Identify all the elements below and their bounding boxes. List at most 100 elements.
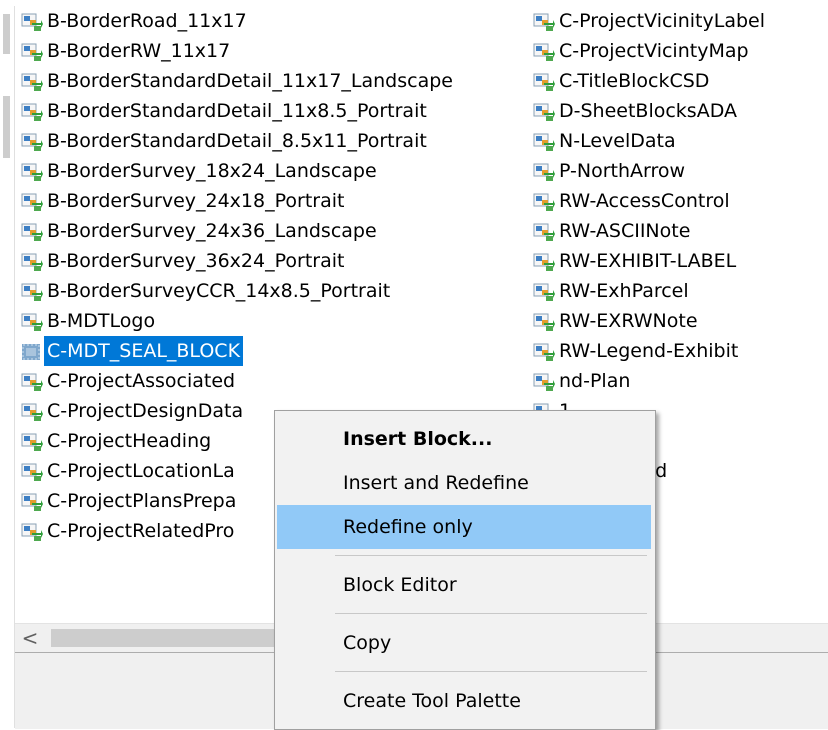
list-item[interactable]: B-BorderRoad_11x17 [21, 6, 247, 36]
block-icon [21, 371, 43, 391]
list-item[interactable]: RW-EXRWNote [533, 306, 698, 336]
menu-item-label: Redefine only [343, 516, 473, 538]
block-icon [533, 101, 555, 121]
list-item[interactable]: C-TitleBlockCSD [533, 66, 709, 96]
list-item-label: B-BorderStandardDetail_11x8.5_Portrait [47, 100, 427, 122]
list-item-label: C-ProjectHeading [47, 430, 212, 452]
list-item-label: N-LevelData [559, 130, 676, 152]
list-item[interactable]: B-BorderRW_11x17 [21, 36, 230, 66]
block-icon [533, 11, 555, 31]
left-gutter [0, 6, 15, 728]
chevron-left-icon: < [21, 626, 39, 650]
list-item[interactable]: nd-Plan [533, 366, 630, 396]
menu-item-label: Copy [343, 632, 392, 654]
list-item[interactable]: C-ProjectAssociated [21, 366, 235, 396]
list-item-label: C-ProjectDesignData [47, 400, 244, 422]
block-icon [21, 281, 43, 301]
scroll-left-button[interactable]: < [15, 624, 45, 652]
block-icon [533, 71, 555, 91]
list-item-label: C-ProjectRelatedPro [47, 520, 235, 542]
list-item-label: C-TitleBlockCSD [559, 70, 710, 92]
list-item-label: RW-EXHIBIT-LABEL [559, 250, 737, 272]
list-item[interactable]: B-BorderStandardDetail_11x17_Landscape [21, 66, 453, 96]
list-item[interactable]: B-BorderSurveyCCR_14x8.5_Portrait [21, 276, 390, 306]
block-icon [21, 491, 43, 511]
block-icon [21, 131, 43, 151]
list-item-label: D-SheetBlocksADA [559, 100, 737, 122]
menu-item-redefine-only[interactable]: Redefine only [277, 505, 651, 549]
list-item-label: B-BorderRoad_11x17 [47, 10, 247, 32]
context-menu: Insert Block... Insert and Redefine Redefi… [274, 410, 656, 730]
list-item[interactable]: B-BorderSurvey_18x24_Landscape [21, 156, 377, 186]
block-icon [21, 431, 43, 451]
menu-item-insert-and-redefine[interactable]: Insert and Redefine [277, 461, 651, 505]
block-icon [21, 341, 43, 361]
list-item[interactable]: C-ProjectDesignData [21, 396, 243, 426]
block-icon [533, 161, 555, 181]
menu-item-block-editor[interactable]: Block Editor [277, 563, 651, 607]
block-icon [21, 191, 43, 211]
list-item-label: B-BorderSurvey_24x18_Portrait [47, 190, 345, 212]
list-item[interactable]: RW-AccessControl [533, 186, 730, 216]
list-item[interactable]: RW-EXHIBIT-LABEL [533, 246, 736, 276]
menu-item-label: Create Tool Palette [343, 690, 521, 712]
block-icon [21, 401, 43, 421]
block-icon [21, 251, 43, 271]
list-item[interactable]: B-MDTLogo [21, 306, 155, 336]
list-item-label: C-ProjectPlansPrepa [47, 490, 237, 512]
block-icon [533, 251, 555, 271]
block-icon [21, 221, 43, 241]
menu-separator [335, 555, 647, 556]
list-item-label: B-BorderSurvey_18x24_Landscape [47, 160, 377, 182]
list-item[interactable]: C-ProjectRelatedPro [21, 516, 234, 546]
menu-separator [335, 671, 647, 672]
menu-item-label: Insert and Redefine [343, 472, 529, 494]
block-icon [533, 191, 555, 211]
list-item[interactable]: N-LevelData [533, 126, 676, 156]
list-item-label: nd-Plan [559, 370, 631, 392]
list-item-label: B-BorderStandardDetail_8.5x11_Portrait [47, 130, 427, 152]
list-item[interactable]: C-ProjectVicintyMap [533, 36, 749, 66]
menu-item-insert-block[interactable]: Insert Block... [277, 417, 651, 461]
menu-item-copy[interactable]: Copy [277, 621, 651, 665]
block-icon [533, 341, 555, 361]
list-item-label: C-ProjectAssociated [47, 370, 236, 392]
list-item-label: P-NorthArrow [559, 160, 686, 182]
gutter-mark [3, 96, 10, 158]
block-icon [533, 221, 555, 241]
block-icon [533, 281, 555, 301]
list-item[interactable]: RW-ExhParcel [533, 276, 689, 306]
block-icon [533, 131, 555, 151]
block-icon [21, 41, 43, 61]
list-item-selected[interactable]: C-MDT_SEAL_BLOCK [21, 336, 244, 366]
list-item[interactable]: B-BorderSurvey_24x36_Landscape [21, 216, 377, 246]
menu-item-create-tool-palette[interactable]: Create Tool Palette [277, 679, 651, 723]
block-icon [21, 461, 43, 481]
block-icon [21, 71, 43, 91]
list-item[interactable]: RW-ASCIINote [533, 216, 690, 246]
list-item-label: B-BorderRW_11x17 [47, 40, 231, 62]
list-item-label: B-BorderSurvey_36x24_Portrait [47, 250, 345, 272]
list-item[interactable]: B-BorderStandardDetail_11x8.5_Portrait [21, 96, 427, 126]
list-item-label: C-MDT_SEAL_BLOCK [44, 336, 244, 366]
list-item-label: RW-ASCIINote [559, 220, 691, 242]
list-item-label: C-ProjectVicintyMap [559, 40, 749, 62]
list-item-label: RW-ExhParcel [559, 280, 689, 302]
list-item[interactable]: B-BorderSurvey_36x24_Portrait [21, 246, 344, 276]
list-item-label: B-BorderSurvey_24x36_Landscape [47, 220, 377, 242]
list-item[interactable]: RW-Legend-Exhibit [533, 336, 738, 366]
list-item[interactable]: B-BorderSurvey_24x18_Portrait [21, 186, 344, 216]
list-item[interactable]: C-ProjectVicinityLabel [533, 6, 765, 36]
list-item[interactable]: C-ProjectHeading [21, 426, 211, 456]
list-item[interactable]: D-SheetBlocksADA [533, 96, 737, 126]
gutter-mark [3, 14, 10, 54]
list-item[interactable]: P-NorthArrow [533, 156, 685, 186]
scroll-thumb[interactable] [51, 629, 291, 647]
list-item[interactable]: C-ProjectPlansPrepa [21, 486, 236, 516]
menu-separator [335, 613, 647, 614]
block-icon [533, 41, 555, 61]
list-item[interactable]: B-BorderStandardDetail_8.5x11_Portrait [21, 126, 427, 156]
list-item[interactable]: C-ProjectLocationLa [21, 456, 235, 486]
block-icon [21, 101, 43, 121]
list-item-label: B-MDTLogo [47, 310, 156, 332]
